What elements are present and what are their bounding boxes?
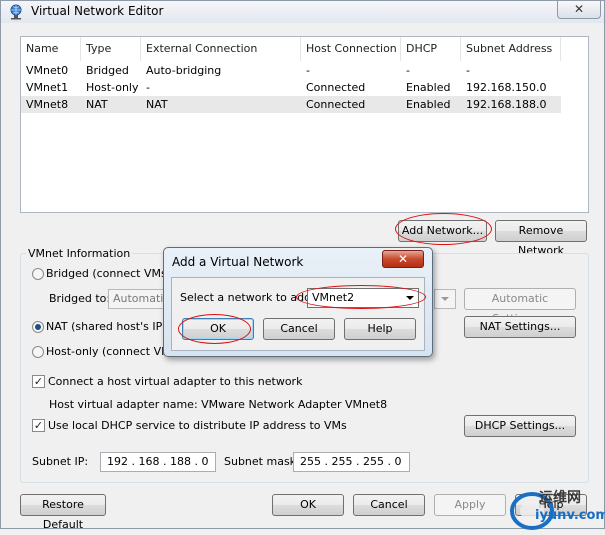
dialog-cancel-button[interactable]: Cancel (263, 318, 335, 340)
restore-default-button[interactable]: Restore Default (20, 494, 106, 531)
vmnet-information-title: VMnet Information (26, 247, 133, 260)
checkmark-icon: ✓ (33, 419, 44, 432)
cell-host-connection: - (306, 64, 310, 77)
nat-settings-button[interactable]: NAT Settings... (464, 316, 576, 338)
cell-subnet-address: - (466, 64, 470, 77)
cell-dhcp: Enabled (406, 98, 451, 111)
use-dhcp-checkbox[interactable]: ✓ (32, 419, 45, 432)
cell-external-connection: NAT (146, 98, 168, 111)
window-title: Virtual Network Editor (31, 4, 164, 18)
ok-button[interactable]: OK (272, 494, 344, 516)
watermark-text-chinese: 运维网 (539, 490, 581, 506)
cell-host-connection: Connected (306, 81, 366, 94)
network-globe-icon (10, 4, 22, 20)
cell-type: NAT (86, 98, 108, 111)
watermark-text-domain: iyunv.com (535, 508, 605, 523)
bridged-to-label: Bridged to: (49, 292, 111, 305)
network-select[interactable]: VMnet2 (307, 288, 419, 308)
cell-dhcp: - (406, 64, 410, 77)
cell-name: VMnet8 (26, 98, 69, 111)
network-row-vmnet8[interactable]: VMnet8 NAT NAT Connected Enabled 192.168… (21, 96, 561, 113)
network-select-value: VMnet2 (312, 291, 355, 304)
use-dhcp-label: Use local DHCP service to distribute IP … (48, 419, 347, 432)
cancel-button[interactable]: Cancel (353, 494, 425, 516)
column-header-external-connection[interactable]: External Connection (141, 37, 301, 61)
add-virtual-network-dialog: Add a Virtual Network ✕ Select a network… (163, 247, 433, 357)
network-list-header: Name Type External Connection Host Conne… (21, 37, 588, 61)
cell-subnet-address: 192.168.188.0 (466, 98, 547, 111)
column-header-name[interactable]: Name (21, 37, 81, 61)
connect-adapter-label: Connect a host virtual adapter to this n… (48, 375, 303, 388)
cell-type: Host-only (86, 81, 139, 94)
cell-name: VMnet0 (26, 64, 69, 77)
bridged-label: Bridged (connect VMs di (46, 267, 181, 280)
checkmark-icon: ✓ (33, 375, 44, 388)
cell-name: VMnet1 (26, 81, 69, 94)
remove-network-button[interactable]: Remove Network (495, 220, 587, 257)
cell-external-connection: Auto-bridging (146, 64, 222, 77)
dialog-ok-button[interactable]: OK (182, 318, 254, 340)
host-only-radio[interactable] (32, 346, 44, 358)
nat-radio[interactable] (32, 321, 44, 333)
column-header-host-connection[interactable]: Host Connection (301, 37, 401, 61)
dialog-help-button[interactable]: Help (344, 318, 416, 340)
apply-button[interactable]: Apply (434, 494, 506, 516)
network-row-vmnet1[interactable]: VMnet1 Host-only - Connected Enabled 192… (21, 79, 561, 96)
add-network-button[interactable]: Add Network... (398, 220, 487, 242)
cell-external-connection: - (146, 81, 150, 94)
window-close-button[interactable]: ✕ (557, 1, 601, 19)
cell-subnet-address: 192.168.150.0 (466, 81, 547, 94)
bridged-to-combo-arrow[interactable] (434, 289, 456, 309)
bridged-to-combo[interactable]: Automatic (108, 289, 168, 309)
automatic-settings-button[interactable]: Automatic Settings... (464, 288, 576, 325)
chevron-down-icon (406, 296, 414, 300)
cell-type: Bridged (86, 64, 129, 77)
subnet-mask-field[interactable]: 255 . 255 . 255 . 0 (293, 452, 410, 472)
subnet-ip-field[interactable]: 192 . 168 . 188 . 0 (100, 452, 216, 472)
subnet-ip-label: Subnet IP: (32, 455, 89, 468)
nat-label: NAT (shared host's IP ad (46, 320, 180, 333)
dialog-title: Add a Virtual Network (172, 255, 304, 269)
connect-adapter-checkbox[interactable]: ✓ (32, 375, 45, 388)
dialog-body: Select a network to add: VMnet2 OK Cance… (171, 277, 425, 351)
dialog-close-button[interactable]: ✕ (382, 250, 424, 268)
close-icon: ✕ (573, 2, 585, 16)
column-header-dhcp[interactable]: DHCP (401, 37, 461, 61)
chevron-down-icon (441, 297, 449, 301)
dhcp-settings-button[interactable]: DHCP Settings... (464, 415, 576, 437)
title-bar: Virtual Network Editor ✕ (1, 1, 604, 23)
network-list[interactable]: Name Type External Connection Host Conne… (20, 36, 589, 213)
adapter-name-label: Host virtual adapter name: VMware Networ… (49, 398, 388, 411)
close-icon: ✕ (397, 252, 409, 266)
network-row-vmnet0[interactable]: VMnet0 Bridged Auto-bridging - - - (21, 62, 561, 79)
select-network-label: Select a network to add: (180, 291, 315, 304)
column-header-subnet-address[interactable]: Subnet Address (461, 37, 561, 61)
subnet-mask-label: Subnet mask: (224, 455, 300, 468)
column-header-type[interactable]: Type (81, 37, 141, 61)
bridged-radio[interactable] (32, 268, 44, 280)
cell-dhcp: Enabled (406, 81, 451, 94)
cell-host-connection: Connected (306, 98, 366, 111)
